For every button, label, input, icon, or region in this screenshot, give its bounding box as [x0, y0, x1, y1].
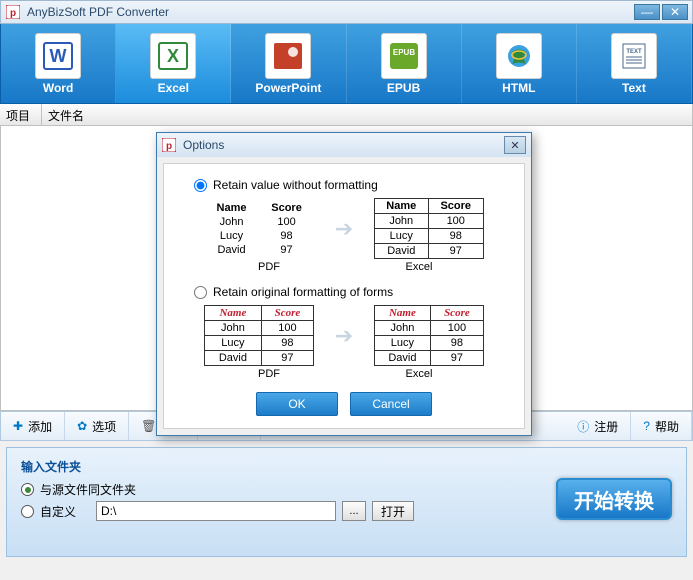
tab-label: Excel — [158, 81, 189, 95]
dialog-close-button[interactable]: ✕ — [504, 136, 526, 154]
sample-row-1: NameScore John100 Lucy98 David97 ➔ NameS… — [194, 198, 494, 259]
dialog-buttons: OK Cancel — [194, 392, 494, 416]
arrow-right-icon: ➔ — [335, 323, 353, 349]
caption-excel: Excel — [364, 261, 474, 273]
dialog-body: Retain value without formatting NameScor… — [163, 163, 525, 429]
option-label: Retain value without formatting — [213, 178, 378, 192]
sample-pdf-formatted: NameScore John100 Lucy98 David97 — [204, 305, 314, 366]
help-icon: ? — [643, 419, 650, 433]
app-logo-icon: p — [5, 4, 21, 20]
start-convert-button[interactable]: 开始转换 — [556, 478, 672, 520]
caption-pdf: PDF — [214, 368, 324, 380]
epub-icon: EPUB — [381, 33, 427, 79]
arrow-right-icon: ➔ — [335, 216, 353, 242]
dialog-logo-icon: p — [162, 138, 177, 153]
radio-retain-formatting[interactable] — [194, 286, 207, 299]
option-retain-formatting[interactable]: Retain original formatting of forms — [194, 285, 494, 299]
caption-excel: Excel — [364, 368, 474, 380]
svg-text:W: W — [50, 46, 67, 66]
dialog-titlebar[interactable]: p Options ✕ — [157, 133, 531, 157]
cancel-button[interactable]: Cancel — [350, 392, 432, 416]
info-icon: ⓘ — [577, 418, 589, 435]
tab-word[interactable]: W Word — [1, 24, 116, 103]
tab-label: Word — [43, 81, 73, 95]
tab-label: Text — [622, 81, 646, 95]
output-panel: 输入文件夹 与源文件同文件夹 自定义 ... 打开 开始转换 — [6, 447, 687, 557]
svg-text:X: X — [167, 46, 179, 66]
trash-icon: 🗑 — [141, 419, 156, 433]
open-folder-button[interactable]: 打开 — [372, 501, 414, 521]
radio-same-folder[interactable] — [21, 483, 34, 496]
radio-retain-value[interactable] — [194, 179, 207, 192]
tab-excel[interactable]: X Excel — [116, 24, 231, 103]
register-button[interactable]: ⓘ注册 — [565, 412, 631, 440]
column-filename[interactable]: 文件名 — [42, 104, 693, 125]
svg-text:EPUB: EPUB — [392, 48, 414, 57]
options-dialog: p Options ✕ Retain value without formatt… — [156, 132, 532, 436]
tab-text[interactable]: TEXT Text — [577, 24, 692, 103]
option-retain-value[interactable]: Retain value without formatting — [194, 178, 494, 192]
radio-same-folder-label: 与源文件同文件夹 — [40, 481, 136, 498]
minimize-button[interactable]: — — [634, 4, 660, 20]
gear-icon: ✿ — [77, 419, 87, 433]
options-button[interactable]: ✿选项 — [65, 412, 129, 440]
ok-button[interactable]: OK — [256, 392, 338, 416]
close-button[interactable]: ✕ — [662, 4, 688, 20]
list-column-header: 项目 文件名 — [0, 104, 693, 126]
excel-icon: X — [150, 33, 196, 79]
tab-label: EPUB — [387, 81, 420, 95]
output-path-input[interactable] — [96, 501, 336, 521]
tab-html[interactable]: HTML — [462, 24, 577, 103]
browse-button[interactable]: ... — [342, 501, 366, 521]
svg-text:p: p — [10, 8, 16, 19]
sample-excel-formatted: NameScore John100 Lucy98 David97 — [374, 305, 484, 366]
help-button[interactable]: ?帮助 — [631, 412, 692, 440]
svg-text:TEXT: TEXT — [626, 49, 642, 55]
option-label: Retain original formatting of forms — [213, 285, 393, 299]
dialog-title: Options — [183, 138, 504, 152]
window-title: AnyBizSoft PDF Converter — [27, 5, 632, 19]
caption-pdf: PDF — [214, 261, 324, 273]
radio-custom-label: 自定义 — [40, 503, 90, 520]
tab-label: HTML — [502, 81, 535, 95]
output-title: 输入文件夹 — [21, 458, 672, 475]
column-index[interactable]: 项目 — [0, 104, 42, 125]
sample-pdf-plain: NameScore John100 Lucy98 David97 — [204, 201, 314, 257]
tab-epub[interactable]: EPUB EPUB — [347, 24, 462, 103]
svg-text:p: p — [166, 141, 172, 152]
word-icon: W — [35, 33, 81, 79]
html-icon — [496, 33, 542, 79]
sample-row-2: NameScore John100 Lucy98 David97 ➔ NameS… — [194, 305, 494, 366]
format-tabstrip: W Word X Excel PowerPoint EPUB EPUB HTML… — [0, 24, 693, 104]
tab-powerpoint[interactable]: PowerPoint — [231, 24, 346, 103]
window-titlebar: p AnyBizSoft PDF Converter — ✕ — [0, 0, 693, 24]
radio-custom[interactable] — [21, 505, 34, 518]
text-icon: TEXT — [611, 33, 657, 79]
plus-icon: ✚ — [13, 419, 23, 433]
add-button[interactable]: ✚添加 — [1, 412, 65, 440]
tab-label: PowerPoint — [255, 81, 321, 95]
sample-excel-plain: NameScore John100 Lucy98 David97 — [374, 198, 484, 259]
powerpoint-icon — [265, 33, 311, 79]
